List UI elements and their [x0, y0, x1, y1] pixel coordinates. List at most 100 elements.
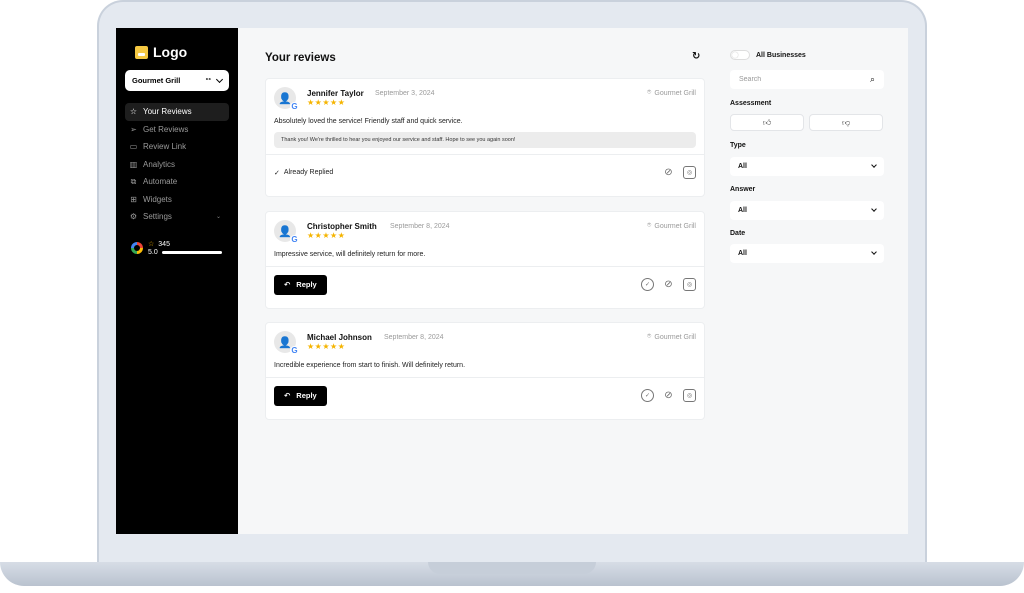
all-businesses-label: All Businesses — [756, 51, 806, 59]
reply-button[interactable]: ↶ Reply — [274, 385, 327, 406]
send-icon: ➢ — [130, 124, 137, 134]
gear-icon: ⚙ — [129, 212, 138, 222]
avatar: 👤 G — [274, 220, 299, 244]
type-select[interactable]: All — [730, 157, 884, 176]
avatar: 👤 G — [274, 331, 299, 355]
review-count: 345 — [158, 240, 170, 248]
sidebar-item-settings[interactable]: ⚙ Settings ⌄ — [125, 208, 229, 226]
type-label: Type — [730, 142, 746, 149]
sidebar-item-label: Automate — [143, 177, 178, 187]
thumbs-down-button[interactable]: 👎︎ — [809, 114, 883, 131]
review-date: September 8, 2024 — [390, 223, 450, 230]
chevron-down-icon — [871, 249, 877, 255]
review-location: ⌾ Gourmet Grill — [647, 333, 696, 341]
reviewer-name: Christopher Smith — [307, 222, 377, 231]
hide-icon[interactable]: ⊘ — [662, 166, 675, 179]
review-card: 👤 G Jennifer Taylor September 3, 2024 ★★… — [265, 78, 705, 197]
location-pin-icon: ⌾ — [647, 222, 652, 229]
review-text: Absolutely loved the service! Friendly s… — [274, 118, 463, 125]
business-selector[interactable]: Gourmet Grill ᐤᐤ — [125, 70, 229, 91]
sidebar-item-label: Get Reviews — [143, 124, 189, 134]
chevron-down-icon — [871, 206, 877, 212]
reply-text: Thank you! We're thrilled to hear you en… — [274, 132, 696, 148]
user-icon: 👤 — [278, 336, 292, 349]
google-rating: ☆ 345 5.0 — [131, 240, 222, 256]
answer-value: All — [738, 207, 747, 214]
refresh-icon[interactable]: ↻ — [692, 51, 700, 62]
business-name: Gourmet Grill — [132, 76, 181, 85]
mark-done-icon[interactable]: ✓ — [641, 389, 654, 402]
app-screen: Logo Gourmet Grill ᐤᐤ ☆ Your Reviews ➢ G… — [116, 28, 908, 534]
logo[interactable]: Logo — [135, 44, 187, 60]
search-icon[interactable]: ⌕ — [870, 74, 875, 85]
sidebar-nav: ☆ Your Reviews ➢ Get Reviews ▭ Review Li… — [125, 103, 229, 226]
check-icon: ✓ — [274, 169, 280, 177]
google-icon — [131, 242, 143, 254]
date-value: All — [738, 250, 747, 257]
location-pin-icon: ⌾ — [647, 333, 652, 340]
type-value: All — [738, 163, 747, 170]
search-input[interactable] — [739, 76, 870, 83]
instagram-icon[interactable]: ◎ — [683, 166, 696, 179]
automate-icon: ⧉ — [130, 176, 137, 186]
sidebar-item-automate[interactable]: ⧉ Automate — [125, 173, 229, 191]
sidebar-item-your-reviews[interactable]: ☆ Your Reviews — [125, 103, 229, 121]
review-location: ⌾ Gourmet Grill — [647, 222, 696, 230]
google-badge-icon: G — [290, 235, 299, 244]
thumbs-up-icon: 👍︎ — [762, 117, 772, 127]
thumbs-up-button[interactable]: 👍︎ — [730, 114, 804, 131]
star-rating: ★★★★★ — [307, 231, 346, 240]
instagram-icon[interactable]: ◎ — [683, 389, 696, 402]
review-card: 👤 G Christopher Smith September 8, 2024 … — [265, 211, 705, 309]
sidebar: Logo Gourmet Grill ᐤᐤ ☆ Your Reviews ➢ G… — [116, 28, 238, 534]
review-date: September 8, 2024 — [384, 334, 444, 341]
filters-panel: All Businesses ⌕ Assessment 👍︎ 👎︎ Type A… — [716, 28, 908, 534]
sidebar-item-analytics[interactable]: ▥ Analytics — [125, 156, 229, 174]
answer-label: Answer — [730, 186, 756, 193]
hide-icon[interactable]: ⊘ — [662, 278, 675, 291]
rating-score: 5.0 — [148, 249, 158, 256]
search-box: ⌕ — [730, 70, 884, 89]
sidebar-item-label: Widgets — [143, 194, 172, 204]
star-outline-icon: ☆ — [129, 107, 138, 117]
reviews-main: Your reviews ↻ 👤 G Jennifer Taylor Septe… — [238, 28, 716, 534]
sidebar-item-widgets[interactable]: ⊞ Widgets — [125, 191, 229, 209]
star-icon: ☆ — [148, 241, 155, 248]
date-select[interactable]: All — [730, 244, 884, 263]
review-date: September 3, 2024 — [375, 90, 435, 97]
hide-icon[interactable]: ⊘ — [662, 389, 675, 402]
answer-select[interactable]: All — [730, 201, 884, 220]
avatar: 👤 G — [274, 87, 299, 111]
reviewer-name: Jennifer Taylor — [307, 89, 364, 98]
review-text: Impressive service, will definitely retu… — [274, 251, 426, 258]
reply-icon: ↶ — [284, 280, 291, 289]
grid-icon: ⊞ — [130, 194, 137, 204]
chevron-down-icon: ⌄ — [215, 214, 221, 221]
assessment-label: Assessment — [730, 100, 772, 107]
logo-icon — [135, 45, 148, 59]
logo-text: Logo — [153, 44, 188, 60]
sidebar-item-label: Review Link — [143, 142, 187, 152]
sidebar-item-label: Your Reviews — [143, 107, 192, 117]
location-label: Gourmet Grill — [654, 89, 696, 97]
google-badge-icon: G — [290, 346, 299, 355]
date-label: Date — [730, 230, 746, 237]
reply-button[interactable]: ↶ Reply — [274, 274, 327, 295]
business-icon: ᐤᐤ — [205, 77, 211, 85]
all-businesses-toggle[interactable] — [730, 50, 750, 60]
rating-bar — [161, 251, 222, 254]
star-rating: ★★★★★ — [307, 342, 346, 351]
replied-status: ✓ Already Replied — [274, 169, 333, 177]
replied-label: Already Replied — [283, 169, 334, 176]
sidebar-item-label: Analytics — [143, 159, 176, 169]
bar-chart-icon: ▥ — [129, 159, 138, 169]
thumbs-down-icon: 👎︎ — [841, 117, 851, 127]
mark-done-icon[interactable]: ✓ — [641, 278, 654, 291]
reviewer-name: Michael Johnson — [307, 333, 372, 342]
review-card: 👤 G Michael Johnson September 8, 2024 ★★… — [265, 322, 705, 420]
reply-button-label: Reply — [296, 391, 317, 400]
sidebar-item-review-link[interactable]: ▭ Review Link — [125, 138, 229, 156]
sidebar-item-get-reviews[interactable]: ➢ Get Reviews — [125, 121, 229, 139]
page-title: Your reviews — [265, 52, 336, 64]
instagram-icon[interactable]: ◎ — [683, 278, 696, 291]
